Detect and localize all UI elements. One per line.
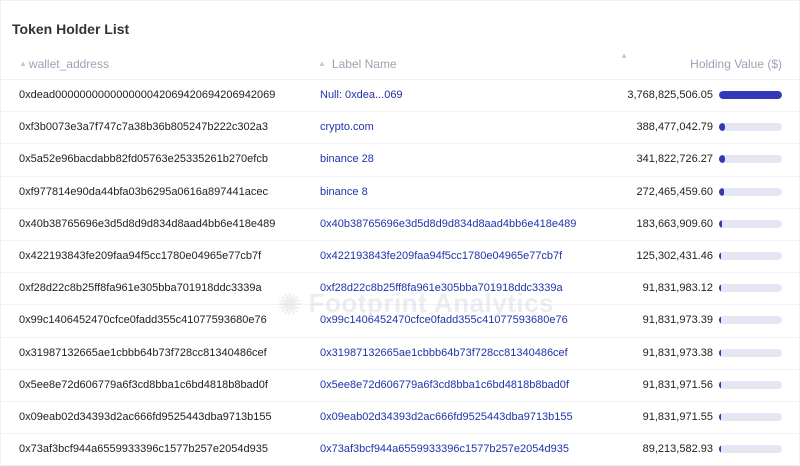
table-row: 0xdead0000000000000000420694206942069420…	[1, 80, 800, 113]
table-body: 0xdead0000000000000000420694206942069420…	[1, 80, 800, 466]
table-row: 0x5a52e96bacdabb82fd05763e25335261b270ef…	[1, 144, 800, 177]
holding-value: 91,831,983.12	[642, 282, 713, 295]
column-header-label[interactable]: ▲ Label Name	[318, 57, 397, 71]
wallet-address: 0x31987132665ae1cbbb64b73f728cc81340486c…	[19, 346, 267, 359]
holding-bar-fill	[719, 380, 721, 389]
table-row: 0x99c1406452470cfce0fadd355c41077593680e…	[1, 305, 800, 338]
holding-value: 125,302,431.46	[636, 249, 713, 262]
holding-bar	[719, 187, 782, 196]
holding-bar-fill	[719, 219, 723, 228]
table-row: 0xf977814e90da44bfa03b6295a0616a897441ac…	[1, 177, 800, 209]
holding-bar-fill	[719, 251, 722, 260]
holding-bar	[719, 380, 782, 389]
label-link[interactable]: binance 8	[320, 186, 368, 198]
column-header-wallet-label: wallet_address	[28, 57, 109, 71]
table-row: 0xf3b0073e3a7f747c7a38b36b805247b222c302…	[1, 112, 800, 145]
table-row: 0x5ee8e72d606779a6f3cd8bba1c6bd4818b8bad…	[1, 370, 800, 402]
holding-bar	[719, 445, 782, 454]
wallet-address: 0x5a52e96bacdabb82fd05763e25335261b270ef…	[19, 153, 268, 166]
label-link[interactable]: 0x09eab02d34393d2ac666fd9525443dba9713b1…	[320, 411, 573, 423]
sort-icon: ▲	[620, 51, 629, 60]
holding-bar	[719, 412, 782, 421]
label-link[interactable]: 0x422193843fe209faa94f5cc1780e04965e77cb…	[320, 250, 562, 262]
label-link[interactable]: 0x31987132665ae1cbbb64b73f728cc81340486c…	[320, 347, 568, 359]
table-row: 0x09eab02d34393d2ac666fd9525443dba9713b1…	[1, 402, 800, 435]
holding-bar-fill	[719, 155, 725, 164]
wallet-address: 0x5ee8e72d606779a6f3cd8bba1c6bd4818b8bad…	[19, 378, 268, 391]
table-row: 0x31987132665ae1cbbb64b73f728cc81340486c…	[1, 338, 800, 370]
holding-bar	[719, 123, 782, 132]
holding-bar-fill	[719, 445, 721, 454]
holding-bar	[719, 219, 782, 228]
holding-value: 3,768,825,506.05	[627, 89, 713, 101]
holding-value: 91,831,973.39	[642, 314, 713, 327]
wallet-address: 0x99c1406452470cfce0fadd355c41077593680e…	[19, 314, 267, 327]
holding-bar-fill	[719, 348, 721, 357]
column-header-wallet[interactable]: ▲ wallet_address	[19, 57, 109, 71]
label-link[interactable]: 0x99c1406452470cfce0fadd355c41077593680e…	[320, 314, 568, 326]
wallet-address: 0xf977814e90da44bfa03b6295a0616a897441ac…	[19, 185, 268, 198]
column-header-value[interactable]: ▲ Holding Value ($)	[620, 51, 782, 71]
table-row: 0x73af3bcf944a6559933396c1577b257e2054d9…	[1, 434, 800, 466]
label-link[interactable]: 0x5ee8e72d606779a6f3cd8bba1c6bd4818b8bad…	[320, 379, 569, 391]
table-row: 0xf28d22c8b25ff8fa961e305bba701918ddc333…	[1, 273, 800, 306]
holding-bar-fill	[719, 284, 721, 293]
column-header-value-text: Holding Value ($)	[690, 57, 782, 71]
label-link[interactable]: 0x40b38765696e3d5d8d9d834d8aad4bb6e418e4…	[320, 218, 576, 230]
holding-bar	[719, 251, 782, 260]
wallet-address: 0x422193843fe209faa94f5cc1780e04965e77cb…	[19, 249, 262, 262]
holding-bar	[719, 155, 782, 164]
holding-bar-fill	[719, 123, 726, 132]
table-row: 0x40b38765696e3d5d8d9d834d8aad4bb6e418e4…	[1, 209, 800, 241]
holding-bar	[719, 316, 782, 325]
label-link[interactable]: 0xf28d22c8b25ff8fa961e305bba701918ddc333…	[320, 282, 563, 294]
holding-value: 91,831,971.56	[642, 378, 713, 391]
table-header: ▲ wallet_address ▲ Label Name ▲ Holding Val…	[1, 49, 800, 80]
holding-value: 272,465,459.60	[636, 185, 713, 198]
sort-icon: ▲	[19, 59, 27, 68]
wallet-address: 0x73af3bcf944a6559933396c1577b257e2054d9…	[19, 443, 268, 456]
holding-value: 91,831,973.38	[642, 346, 713, 359]
page-title: Token Holder List	[12, 21, 130, 37]
holding-bar-fill	[719, 412, 721, 421]
holding-bar-fill	[719, 91, 782, 99]
wallet-address: 0xdead0000000000000000420694206942069420…	[19, 89, 276, 101]
holding-value: 89,213,582.93	[642, 443, 713, 456]
holding-bar	[719, 284, 782, 293]
sort-icon: ▲	[318, 59, 326, 68]
holding-bar	[719, 91, 782, 99]
token-holder-panel: Token Holder List ▲ wallet_address ▲ Label…	[0, 0, 800, 466]
holding-bar-fill	[719, 316, 721, 325]
label-link[interactable]: Null: 0xdea...069	[320, 89, 403, 101]
holding-value: 341,822,726.27	[636, 153, 713, 166]
holding-value: 91,831,971.55	[642, 410, 713, 423]
column-header-label-text: Label Name	[331, 57, 397, 71]
wallet-address: 0x09eab02d34393d2ac666fd9525443dba9713b1…	[19, 410, 272, 423]
label-link[interactable]: binance 28	[320, 153, 374, 165]
wallet-address: 0xf28d22c8b25ff8fa961e305bba701918ddc333…	[19, 282, 262, 295]
label-link[interactable]: crypto.com	[320, 121, 374, 133]
holding-value: 388,477,042.79	[636, 121, 713, 134]
holding-bar-fill	[719, 187, 724, 196]
table-row: 0x422193843fe209faa94f5cc1780e04965e77cb…	[1, 241, 800, 274]
label-link[interactable]: 0x73af3bcf944a6559933396c1577b257e2054d9…	[320, 443, 569, 455]
holding-value: 183,663,909.60	[636, 217, 713, 230]
wallet-address: 0x40b38765696e3d5d8d9d834d8aad4bb6e418e4…	[19, 217, 276, 230]
holding-bar	[719, 348, 782, 357]
wallet-address: 0xf3b0073e3a7f747c7a38b36b805247b222c302…	[19, 121, 268, 134]
